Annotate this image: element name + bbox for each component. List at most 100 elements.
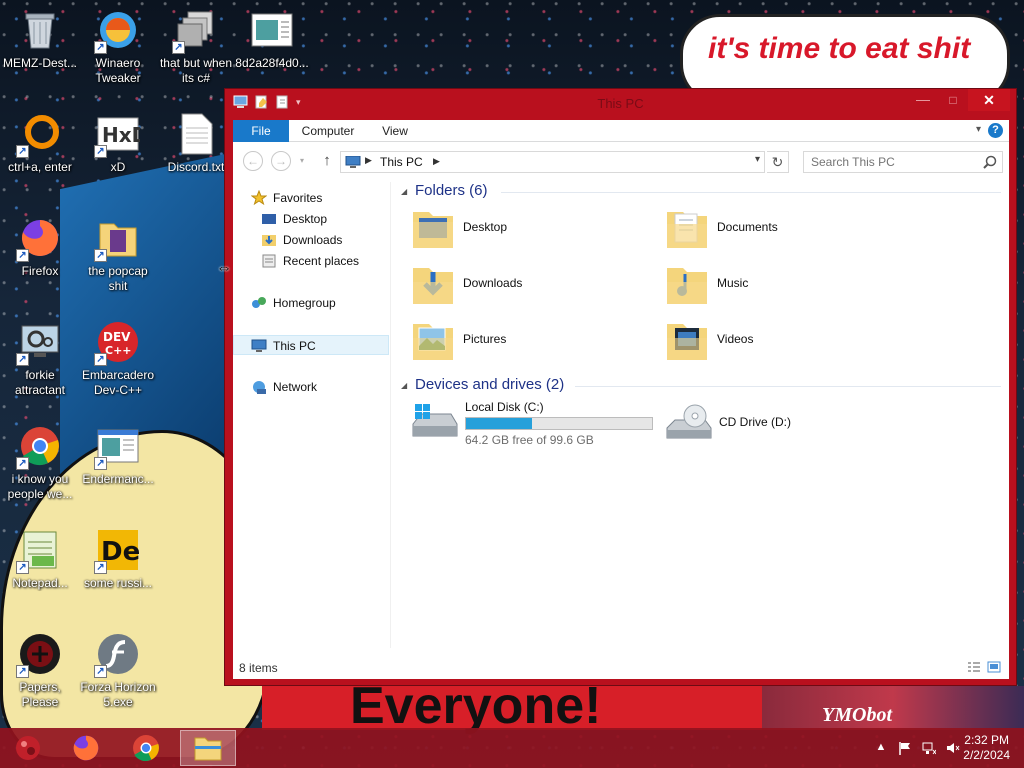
forward-button[interactable]: → <box>271 151 291 171</box>
action-center-flag-icon[interactable] <box>898 741 912 755</box>
hard-disk-icon <box>412 404 458 437</box>
downloads-icon <box>262 235 276 246</box>
desktop-icon-papers-please[interactable]: ↗ Papers, Please <box>0 626 80 724</box>
taskbar: ▲ 2:32 PM 2/2/2024 <box>0 728 1024 768</box>
nav-network[interactable]: Network <box>233 377 389 397</box>
desktop-icon-forkie[interactable]: ↗ forkie attractant <box>0 314 80 412</box>
desktop-icon-xd[interactable]: HxD ↗ xD <box>78 106 158 204</box>
details-view-icon[interactable] <box>967 661 981 673</box>
window-client: File Computer View ▾ ? ← → ▾ ↑ ▶ This PC… <box>233 120 1009 679</box>
search-box[interactable] <box>803 151 1003 173</box>
title-bar[interactable]: ▾ This PC — □ ✕ <box>225 89 1016 117</box>
network-status-icon[interactable] <box>922 741 936 755</box>
close-button[interactable]: ✕ <box>968 89 1010 111</box>
item-count: 8 items <box>239 661 278 675</box>
folder-music[interactable]: Music <box>665 260 915 312</box>
network-icon <box>253 381 266 394</box>
desktop-icon-popcap[interactable]: ↗ the popcap shit <box>78 210 158 308</box>
expand-ribbon-icon[interactable]: ▾ <box>976 124 981 135</box>
nav-homegroup[interactable]: Homegroup <box>233 293 389 313</box>
explorer-window[interactable]: ▾ This PC — □ ✕ File Computer View ▾ ? ←… <box>224 88 1017 686</box>
devices-group-header[interactable]: ◢ Devices and drives (2) <box>401 376 1001 396</box>
refresh-button[interactable]: ↻ <box>767 151 789 173</box>
clock-date: 2/2/2024 <box>963 748 1010 762</box>
this-pc-icon <box>345 156 361 168</box>
tab-computer[interactable]: Computer <box>293 120 363 142</box>
collapse-icon[interactable]: ◢ <box>401 381 407 390</box>
clock[interactable]: 2:32 PM 2/2/2024 <box>963 733 1010 763</box>
desktop-icon-i-know-you[interactable]: ↗ i know you people we... <box>0 418 80 516</box>
folder-downloads[interactable]: Downloads <box>411 260 661 312</box>
desktop-icon-winaero[interactable]: ↗ Winaero Tweaker <box>78 2 158 100</box>
taskbar-firefox[interactable] <box>58 730 114 766</box>
search-input[interactable] <box>804 152 974 172</box>
up-button[interactable]: ↑ <box>317 152 337 172</box>
desktop-icon-firefox[interactable]: ↗ Firefox <box>0 210 80 308</box>
devcpp-icon: DEV C++ ↗ <box>94 320 140 366</box>
firefox-icon <box>73 735 99 761</box>
large-icons-view-icon[interactable] <box>987 661 1001 673</box>
breadcrumb-chevron-icon[interactable]: ▶ <box>365 155 372 166</box>
start-button[interactable] <box>0 730 56 766</box>
file-explorer-icon <box>194 737 222 761</box>
folder-pictures[interactable]: Pictures <box>411 316 661 368</box>
search-icon[interactable] <box>983 155 997 169</box>
folder-videos[interactable]: Videos <box>665 316 915 368</box>
desktop-icon-forza[interactable]: ↗ Forza Horizon 5.exe <box>78 626 158 724</box>
app-window-icon: ↗ <box>94 424 140 470</box>
nav-this-pc[interactable]: This PC <box>233 335 389 355</box>
de-icon: De ↗ <box>94 528 140 574</box>
recycle-bin-icon <box>18 8 62 52</box>
disk-usage-bar <box>465 417 653 430</box>
hxd-icon: HxD ↗ <box>94 112 148 158</box>
window-title: This PC <box>597 96 644 111</box>
nav-favorites[interactable]: Favorites <box>233 188 389 208</box>
drive-local-disk-c[interactable]: Local Disk (C:) 64.2 GB free of 99.6 GB <box>411 400 661 452</box>
desktop-icon-endermanc[interactable]: ↗ Endermanc... <box>78 418 158 516</box>
this-pc-icon <box>251 339 267 352</box>
desktop-icon-memz[interactable]: MEMZ-Dest... <box>0 2 80 100</box>
drive-cd-d[interactable]: CD Drive (D:) <box>665 400 915 452</box>
help-icon[interactable]: ? <box>988 123 1003 138</box>
taskbar-file-explorer[interactable] <box>180 730 236 766</box>
breadcrumb-this-pc[interactable]: This PC <box>380 155 423 169</box>
recent-locations-icon[interactable]: ▾ <box>297 156 307 166</box>
image-file-icon <box>250 8 294 52</box>
svg-text:DEV: DEV <box>103 330 131 344</box>
chrome-icon <box>133 735 159 762</box>
tab-file[interactable]: File <box>233 120 289 142</box>
address-dropdown-icon[interactable]: ▾ <box>755 154 760 165</box>
ring-icon: ↗ <box>16 112 62 158</box>
taskbar-chrome[interactable] <box>118 730 174 766</box>
desktop-icon-ctrl-a[interactable]: ↗ ctrl+a, enter <box>0 106 80 204</box>
documents-folder-icon <box>667 212 707 248</box>
nav-desktop[interactable]: Desktop <box>233 209 389 229</box>
desktop-icon-notepad[interactable]: ↗ Notepad... <box>0 522 80 620</box>
desktop-icon-some-russi[interactable]: De ↗ some russi... <box>78 522 158 620</box>
folders-group-title: Folders (6) <box>415 182 488 199</box>
pictures-folder-icon <box>413 324 453 360</box>
nav-recent-places[interactable]: Recent places <box>233 251 389 271</box>
maximize-button[interactable]: □ <box>940 89 966 111</box>
show-hidden-icons-icon[interactable]: ▲ <box>874 741 888 755</box>
desktop-icon-that-but[interactable]: ↗ that but when its c# <box>156 2 236 100</box>
back-button[interactable]: ← <box>243 151 263 171</box>
collapse-icon[interactable]: ◢ <box>401 187 407 196</box>
folders-group-header[interactable]: ◢ Folders (6) <box>401 182 1001 202</box>
firefox-icon: ↗ <box>16 216 62 262</box>
minimize-button[interactable]: — <box>910 89 936 111</box>
breadcrumb-chevron-icon[interactable]: ▶ <box>433 156 440 167</box>
folder-desktop[interactable]: Desktop <box>411 204 661 256</box>
address-bar[interactable]: ▶ This PC ▶ ▾ <box>340 151 765 173</box>
nav-downloads[interactable]: Downloads <box>233 230 389 250</box>
folder-documents[interactable]: Documents <box>665 204 915 256</box>
volume-muted-icon[interactable] <box>946 741 960 755</box>
wallpaper-cloud-text: it's time to eat shit <box>708 32 971 65</box>
desktop-icon-8d2a[interactable]: 8d2a28f4d0... <box>232 2 312 100</box>
desktop-folder-icon <box>413 212 453 248</box>
divider <box>575 386 1001 387</box>
content-area: ◢ Folders (6) Desktop Documents Download… <box>393 182 1005 648</box>
tab-view[interactable]: View <box>371 120 419 142</box>
svg-text:C++: C++ <box>105 344 132 357</box>
desktop-icon-devcpp[interactable]: DEV C++ ↗ Embarcadero Dev-C++ <box>78 314 158 412</box>
